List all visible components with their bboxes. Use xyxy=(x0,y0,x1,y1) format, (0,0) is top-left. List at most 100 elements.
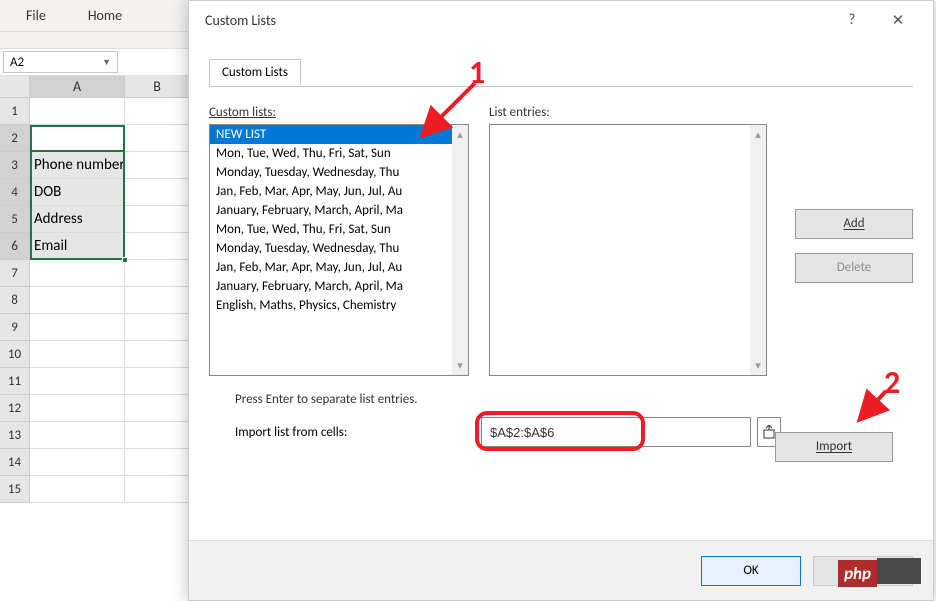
list-entries-box[interactable]: ▴ ▾ xyxy=(489,124,767,376)
custom-lists-dialog: Custom Lists ? ✕ Custom Lists Custom lis… xyxy=(188,0,934,601)
scrollbar[interactable]: ▴ ▾ xyxy=(452,125,468,375)
watermark: php xyxy=(838,558,921,584)
ribbon-tab-home[interactable]: Home xyxy=(82,1,128,30)
list-item[interactable]: English, Maths, Physics, Chemistry xyxy=(210,296,452,315)
cell[interactable] xyxy=(125,395,190,422)
list-item[interactable]: January, February, March, April, Ma xyxy=(210,201,452,220)
cell[interactable] xyxy=(125,368,190,395)
list-item[interactable]: Jan, Feb, Mar, Apr, May, Jun, Jul, Au xyxy=(210,258,452,277)
row-header[interactable]: 10 xyxy=(0,341,30,368)
delete-button[interactable]: Delete xyxy=(795,253,913,283)
row-header[interactable]: 2 xyxy=(0,125,30,152)
row-header[interactable]: 9 xyxy=(0,314,30,341)
cell[interactable] xyxy=(125,287,190,314)
cell[interactable] xyxy=(125,98,190,125)
spreadsheet-grid[interactable]: A B 1 2 3 4 5 6 7 8 9 10 11 12 13 14 15 xyxy=(0,76,190,503)
annotation-number-1: 1 xyxy=(469,53,485,92)
custom-lists-box[interactable]: NEW LIST Mon, Tue, Wed, Thu, Fri, Sat, S… xyxy=(209,124,469,376)
row-header[interactable]: 7 xyxy=(0,260,30,287)
ribbon-tab-file[interactable]: File xyxy=(20,1,52,30)
scroll-up-icon[interactable]: ▴ xyxy=(755,128,761,141)
cell[interactable] xyxy=(30,314,125,341)
cell[interactable]: Name xyxy=(30,125,125,152)
cell[interactable] xyxy=(125,341,190,368)
formula-bar-row: A2 ▼ xyxy=(0,48,190,76)
chevron-down-icon[interactable]: ▼ xyxy=(102,57,111,68)
cell[interactable] xyxy=(125,206,190,233)
list-item[interactable]: Monday, Tuesday, Wednesday, Thu xyxy=(210,239,452,258)
cell[interactable] xyxy=(125,314,190,341)
ribbon-content xyxy=(0,32,190,48)
row-header[interactable]: 13 xyxy=(0,422,30,449)
name-box[interactable]: A2 ▼ xyxy=(3,51,118,73)
scroll-down-icon[interactable]: ▾ xyxy=(457,359,463,372)
row-header[interactable]: 8 xyxy=(0,287,30,314)
cell[interactable]: Address xyxy=(30,206,125,233)
cell[interactable] xyxy=(30,395,125,422)
row-header[interactable]: 1 xyxy=(0,98,30,125)
cell[interactable]: Phone number xyxy=(30,152,125,179)
cell[interactable] xyxy=(125,422,190,449)
cell[interactable] xyxy=(125,125,190,152)
row-header[interactable]: 11 xyxy=(0,368,30,395)
cell[interactable] xyxy=(30,476,125,503)
dialog-title: Custom Lists xyxy=(201,12,276,29)
row-header[interactable]: 15 xyxy=(0,476,30,503)
row-header[interactable]: 12 xyxy=(0,395,30,422)
col-header-b[interactable]: B xyxy=(125,76,190,98)
cell[interactable] xyxy=(30,368,125,395)
cell[interactable] xyxy=(30,287,125,314)
cell[interactable] xyxy=(125,233,190,260)
list-item[interactable]: Monday, Tuesday, Wednesday, Thu xyxy=(210,163,452,182)
close-icon[interactable]: ✕ xyxy=(875,6,921,34)
info-text: Press Enter to separate list entries. xyxy=(209,392,913,407)
import-range-input[interactable] xyxy=(481,417,751,447)
scrollbar[interactable]: ▴ ▾ xyxy=(750,125,766,375)
list-item[interactable]: Mon, Tue, Wed, Thu, Fri, Sat, Sun xyxy=(210,220,452,239)
list-item[interactable]: Jan, Feb, Mar, Apr, May, Jun, Jul, Au xyxy=(210,182,452,201)
cell[interactable]: Email xyxy=(30,233,125,260)
row-header[interactable]: 4 xyxy=(0,179,30,206)
fill-handle[interactable] xyxy=(122,257,128,263)
cell[interactable]: DOB xyxy=(30,179,125,206)
cell[interactable] xyxy=(30,422,125,449)
dialog-tabstrip: Custom Lists xyxy=(209,59,933,87)
column-headers: A B xyxy=(30,76,190,98)
row-header[interactable]: 6 xyxy=(0,233,30,260)
add-button[interactable]: Add xyxy=(795,209,913,239)
cell[interactable] xyxy=(125,260,190,287)
select-all-corner[interactable] xyxy=(0,76,30,98)
dialog-titlebar: Custom Lists ? ✕ xyxy=(189,1,933,39)
cells-column-a: Name Phone number DOB Address Email xyxy=(30,98,125,503)
name-box-value: A2 xyxy=(10,55,24,70)
list-entries-label: List entries: xyxy=(489,105,767,120)
cell[interactable] xyxy=(125,449,190,476)
list-item[interactable]: Mon, Tue, Wed, Thu, Fri, Sat, Sun xyxy=(210,144,452,163)
list-item[interactable]: January, February, March, April, Ma xyxy=(210,277,452,296)
import-label: Import list from cells: xyxy=(235,425,481,440)
import-button[interactable]: Import xyxy=(775,432,893,462)
cell[interactable] xyxy=(125,476,190,503)
ok-button[interactable]: OK xyxy=(701,556,801,586)
cell[interactable] xyxy=(30,260,125,287)
cell[interactable] xyxy=(125,179,190,206)
row-header[interactable]: 14 xyxy=(0,449,30,476)
list-item[interactable]: NEW LIST xyxy=(210,125,452,144)
dialog-body: Custom lists: NEW LIST Mon, Tue, Wed, Th… xyxy=(189,87,933,447)
cell[interactable] xyxy=(30,449,125,476)
row-headers: 1 2 3 4 5 6 7 8 9 10 11 12 13 14 15 xyxy=(0,98,30,503)
cell[interactable] xyxy=(30,341,125,368)
cell[interactable] xyxy=(30,98,125,125)
scroll-up-icon[interactable]: ▴ xyxy=(457,128,463,141)
row-header[interactable]: 3 xyxy=(0,152,30,179)
tab-custom-lists[interactable]: Custom Lists xyxy=(209,59,301,86)
row-header[interactable]: 5 xyxy=(0,206,30,233)
help-button[interactable]: ? xyxy=(829,6,875,34)
cell[interactable] xyxy=(125,152,190,179)
col-header-a[interactable]: A xyxy=(30,76,125,98)
import-row: Import list from cells: Import xyxy=(209,417,913,447)
dialog-bottom-bar: OK xyxy=(189,540,933,600)
ribbon-tabs: File Home xyxy=(0,0,190,32)
scroll-down-icon[interactable]: ▾ xyxy=(755,359,761,372)
excel-window: File Home A2 ▼ A B 1 2 3 4 5 6 7 8 9 10 xyxy=(0,0,190,601)
